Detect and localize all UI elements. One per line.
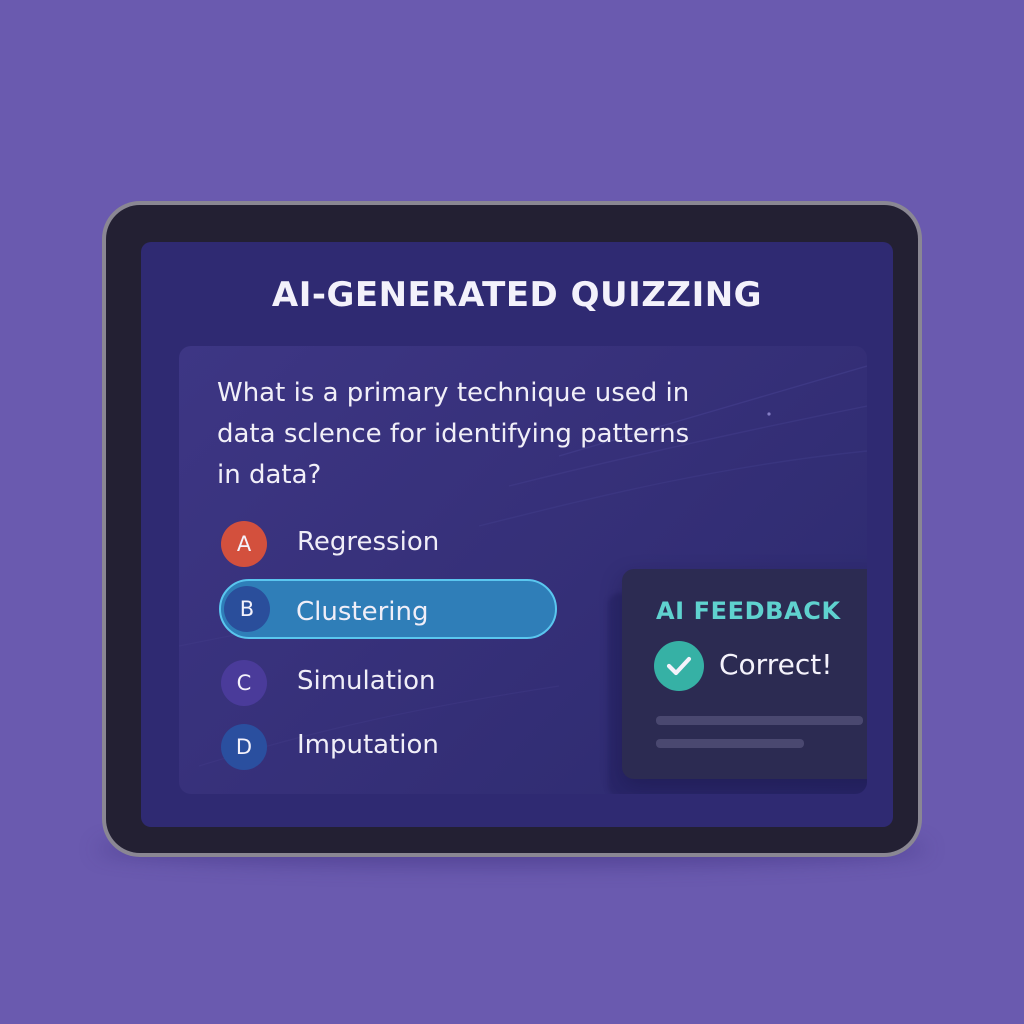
page-title: AI-GENERATED QUIZZING [271, 275, 763, 315]
option-letter-badge: A [221, 521, 267, 567]
option-label: Imputation [297, 730, 439, 760]
answer-option-c[interactable]: C Simulation [219, 651, 557, 711]
option-label: Simulation [297, 666, 436, 696]
question-text: What is a primary technique used in data… [217, 378, 690, 490]
question-panel: What is a primary technique used in data… [179, 346, 867, 794]
check-icon [654, 641, 704, 691]
answer-option-b[interactable]: B Clustering [219, 579, 557, 639]
option-letter-badge: D [221, 724, 267, 770]
feedback-title: AI FEEDBACK [656, 597, 841, 625]
tablet-device: AI-GENERATED QUIZZING What is a primary … [102, 201, 922, 857]
option-label: Clustering [296, 597, 429, 627]
answer-option-a[interactable]: A Regression [219, 512, 557, 572]
answer-option-d[interactable]: D Imputation [219, 715, 557, 775]
option-letter-badge: C [221, 660, 267, 706]
feedback-status: Correct! [719, 648, 833, 681]
option-label: Regression [297, 527, 440, 557]
feedback-placeholder-line [656, 739, 804, 748]
tablet-bezel: AI-GENERATED QUIZZING What is a primary … [106, 205, 918, 853]
ai-feedback-card: AI FEEDBACK Correct! [622, 569, 867, 779]
tablet-screen: AI-GENERATED QUIZZING What is a primary … [141, 242, 893, 827]
feedback-placeholder-line [656, 716, 863, 725]
option-letter-badge: B [224, 586, 270, 632]
